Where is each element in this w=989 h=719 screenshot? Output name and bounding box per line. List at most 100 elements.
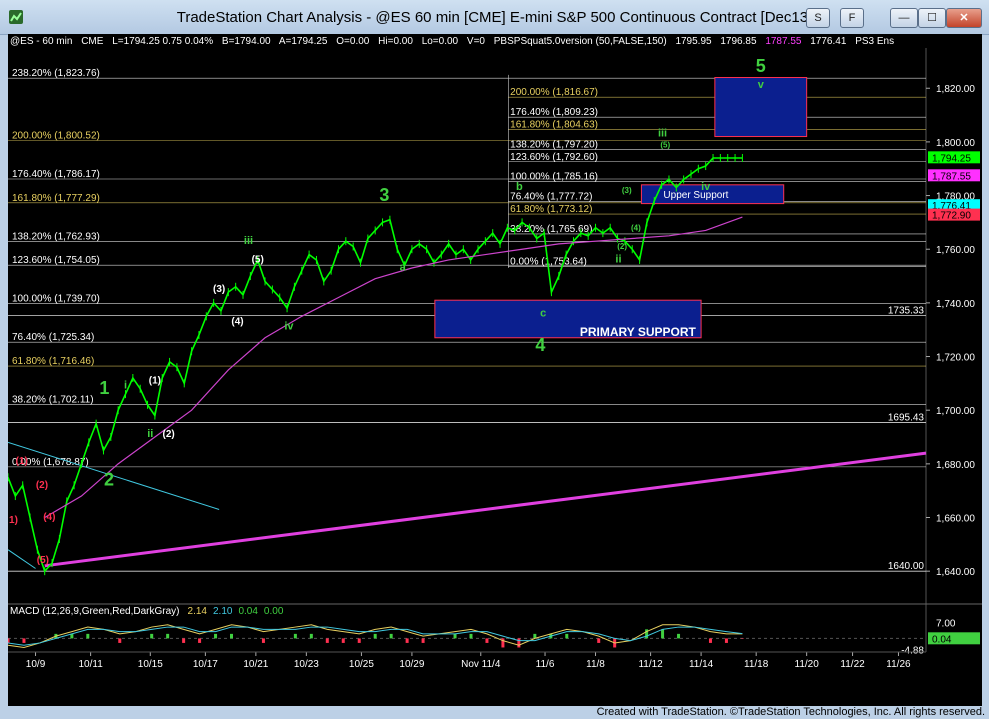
maximize-button[interactable]: ☐ <box>918 8 946 28</box>
y-tick-label: 1,640.00 <box>936 567 975 578</box>
support-box-label: PRIMARY SUPPORT <box>580 325 697 339</box>
horizontal-line-label: 1640.00 <box>888 561 925 572</box>
long-term-trendline <box>44 451 927 568</box>
wave-count-label: b <box>516 181 523 193</box>
header-high: Hi=0.00 <box>378 36 413 47</box>
wave-count-label: iii <box>244 235 253 247</box>
macd-macd-label: 2.14 <box>188 606 208 617</box>
fib-level-label: 76.40% (1,777.72) <box>510 192 592 203</box>
x-tick-label: 11/8 <box>586 659 605 670</box>
macd-title: MACD (12,26,9,Green,Red,DarkGray) <box>10 606 180 617</box>
wave-count-label: (4) <box>231 316 243 327</box>
x-tick-label: Nov 11/4 <box>461 659 501 670</box>
macd-y-tick-label: 7.00 <box>936 619 956 630</box>
x-tick-label: 10/17 <box>193 659 218 670</box>
horizontal-line-label: 1695.43 <box>888 412 925 423</box>
price-chart[interactable]: @ES - 60 min CME L=1794.25 0.75 0.04% B=… <box>6 34 982 706</box>
title-bar: TradeStation Chart Analysis - @ES 60 min… <box>0 0 989 35</box>
wave-count-label: (5) <box>37 555 49 566</box>
wave-count-label: 5 <box>756 56 766 76</box>
header-extra: PS3 Ens <box>855 36 894 47</box>
fib-level-label: 176.40% (1,786.17) <box>12 169 100 180</box>
x-tick-label: 10/29 <box>399 659 424 670</box>
price-tag-label: 1,772.90 <box>932 211 971 222</box>
wave-count-label: (4) <box>43 512 55 523</box>
wave-count-label: (5) <box>660 140 670 149</box>
macd-zero-label: 0.00 <box>264 606 284 617</box>
header-exchange: CME <box>81 36 104 47</box>
wave-count-label: (4) <box>631 223 641 232</box>
wave-count-label: (3) <box>213 284 225 295</box>
app-window: TradeStation Chart Analysis - @ES 60 min… <box>0 0 989 719</box>
wave-count-label: c <box>540 307 546 319</box>
minimize-button[interactable]: — <box>890 8 918 28</box>
header-volume: V=0 <box>467 36 486 47</box>
header-ask: A=1794.25 <box>279 36 328 47</box>
wave-count-label: ii <box>615 254 621 266</box>
y-tick-label: 1,720.00 <box>936 353 975 364</box>
chart-area[interactable]: @ES - 60 min CME L=1794.25 0.75 0.04% B=… <box>6 34 982 706</box>
header-value-4: 1776.41 <box>810 36 847 47</box>
wave-count-label: 1) <box>9 515 18 526</box>
footer-copyright: Created with TradeStation. ©TradeStation… <box>596 706 985 718</box>
header-symbol: @ES - 60 min <box>10 36 72 47</box>
wave-count-label: (1) <box>149 375 161 386</box>
x-tick-label: 11/22 <box>840 659 865 670</box>
price-series-line <box>7 157 743 573</box>
wave-count-label: (2) <box>617 242 627 251</box>
channel-line-lower <box>7 549 36 569</box>
y-tick-label: 1,660.00 <box>936 514 975 525</box>
fib-level-label: 123.60% (1,754.05) <box>12 255 100 266</box>
fib-level-label: 176.40% (1,809.23) <box>510 107 598 118</box>
wave-count-label: ii <box>147 428 153 440</box>
y-tick-label: 1,820.00 <box>936 84 975 95</box>
filter-button[interactable]: F <box>840 8 864 28</box>
x-tick-label: 11/26 <box>886 659 911 670</box>
close-button[interactable]: ✕ <box>946 8 982 28</box>
fib-level-label: 61.80% (1,716.46) <box>12 356 94 367</box>
moving-average-line <box>44 216 743 519</box>
y-axis-panel <box>926 34 982 706</box>
wave-count-label: iv <box>701 181 711 193</box>
fib-level-label: 100.00% (1,785.16) <box>510 172 598 183</box>
macd-title-line: MACD (12,26,9,Green,Red,DarkGray) 2.14 2.1… <box>10 606 284 617</box>
header-quote: L=1794.25 0.75 0.04% <box>112 36 213 47</box>
fib-level-label: 161.80% (1,804.63) <box>510 119 598 130</box>
wave-count-label: v <box>758 79 765 91</box>
symbol-link-button[interactable]: S <box>806 8 830 28</box>
wave-count-label: iv <box>284 321 294 333</box>
header-value-1: 1795.95 <box>675 36 712 47</box>
header-indicator: PBSPSquat5.0version (50,FALSE,150) <box>494 36 667 47</box>
macd-y-tick-label: -4.88 <box>901 645 924 656</box>
header-bid: B=1794.00 <box>222 36 271 47</box>
wave-count-label: (2) <box>36 480 48 491</box>
header-low: Lo=0.00 <box>422 36 459 47</box>
x-tick-label: 10/11 <box>78 659 103 670</box>
y-tick-label: 1,700.00 <box>936 406 975 417</box>
fib-level-label: 161.80% (1,777.29) <box>12 193 100 204</box>
y-tick-label: 1,740.00 <box>936 299 975 310</box>
svg-text:@ES - 60 min CME: @ES - 60 min CME L=1794.25 0.75 0.04% B=… <box>10 36 894 47</box>
price-tag-label: 1,794.25 <box>932 153 971 164</box>
wave-count-label: iii <box>658 128 667 140</box>
header-value-2: 1796.85 <box>720 36 757 47</box>
fib-level-label: 200.00% (1,800.52) <box>12 131 100 142</box>
horizontal-line-label: 1735.33 <box>888 305 925 316</box>
x-tick-label: 10/25 <box>349 659 374 670</box>
wave-count-label: 2 <box>104 469 114 489</box>
wave-count-label: i <box>124 380 127 392</box>
y-tick-label: 1,760.00 <box>936 245 975 256</box>
x-tick-label: 10/23 <box>294 659 319 670</box>
header-value-3: 1787.55 <box>765 36 802 47</box>
header-open: O=0.00 <box>336 36 370 47</box>
fib-level-label: 38.20% (1,702.11) <box>12 395 94 406</box>
wave-count-label: (1) <box>16 456 28 467</box>
x-tick-label: 10/9 <box>26 659 46 670</box>
wave-count-label: 3 <box>379 185 389 205</box>
y-tick-label: 1,680.00 <box>936 460 975 471</box>
x-tick-label: 10/21 <box>243 659 268 670</box>
x-tick-label: 11/12 <box>638 659 663 670</box>
support-box-label: Upper Support <box>663 190 728 201</box>
x-tick-label: 11/18 <box>744 659 769 670</box>
wave-count-label: (2) <box>163 429 175 440</box>
